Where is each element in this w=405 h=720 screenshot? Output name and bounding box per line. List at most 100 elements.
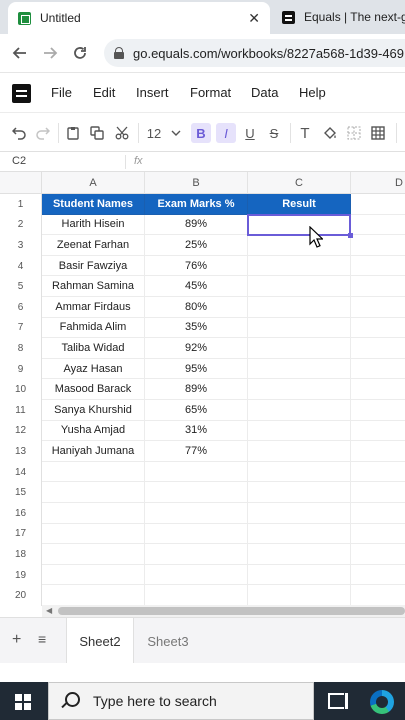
table-cell[interactable]: [248, 441, 351, 462]
empty-cell[interactable]: [351, 482, 405, 503]
scrollbar-thumb[interactable]: [58, 607, 405, 615]
close-icon[interactable]: ✕: [248, 10, 260, 27]
empty-cell[interactable]: [351, 215, 405, 236]
add-sheet-button[interactable]: +: [12, 631, 21, 649]
column-header-d[interactable]: D: [351, 172, 405, 194]
table-cell[interactable]: [248, 338, 351, 359]
empty-cell[interactable]: [145, 544, 248, 565]
redo-icon[interactable]: [34, 123, 52, 143]
column-header-b[interactable]: B: [145, 172, 248, 194]
table-cell[interactable]: Harith Hisein: [42, 214, 145, 236]
empty-cell[interactable]: [248, 585, 351, 606]
empty-cell[interactable]: [42, 564, 145, 586]
row-header[interactable]: 20: [0, 585, 42, 606]
empty-cell[interactable]: [42, 503, 145, 524]
row-header[interactable]: 6: [0, 297, 42, 318]
table-cell[interactable]: Ammar Firdaus: [42, 297, 145, 318]
column-header-a[interactable]: A: [42, 172, 145, 194]
table-cell[interactable]: 25%: [145, 235, 248, 256]
empty-cell[interactable]: [351, 544, 405, 565]
row-header[interactable]: 8: [0, 338, 42, 359]
empty-cell[interactable]: [248, 503, 351, 524]
table-cell[interactable]: [248, 379, 351, 400]
empty-cell[interactable]: [145, 523, 248, 545]
equals-logo-icon[interactable]: [12, 84, 31, 103]
table-cell[interactable]: 92%: [145, 338, 248, 359]
empty-cell[interactable]: [351, 194, 405, 215]
header-cell[interactable]: Result: [248, 194, 351, 215]
empty-cell[interactable]: [351, 503, 405, 524]
empty-cell[interactable]: [351, 524, 405, 545]
copy-icon[interactable]: [88, 123, 106, 143]
header-cell[interactable]: Student Names: [42, 194, 145, 215]
menu-insert[interactable]: Insert: [136, 85, 169, 100]
empty-cell[interactable]: [351, 235, 405, 256]
empty-cell[interactable]: [351, 585, 405, 606]
row-header[interactable]: 14: [0, 461, 42, 483]
table-cell[interactable]: [248, 276, 351, 297]
empty-cell[interactable]: [351, 441, 405, 462]
table-cell[interactable]: 89%: [145, 379, 248, 400]
empty-cell[interactable]: [42, 482, 145, 503]
sheet-tab-sheet2[interactable]: Sheet2: [66, 618, 134, 664]
fill-color-icon[interactable]: [321, 123, 339, 143]
font-size-select[interactable]: 12: [144, 123, 184, 143]
scroll-left-icon[interactable]: ◀: [46, 606, 52, 615]
table-cell[interactable]: Basir Fawziya: [42, 255, 145, 277]
browser-tab-untitled[interactable]: Untitled ✕: [8, 2, 270, 34]
column-header-c[interactable]: C: [248, 172, 351, 194]
row-header[interactable]: 5: [0, 276, 42, 297]
row-header[interactable]: 3: [0, 235, 42, 256]
empty-cell[interactable]: [351, 256, 405, 277]
row-header[interactable]: 11: [0, 400, 42, 421]
empty-cell[interactable]: [351, 421, 405, 442]
menu-file[interactable]: File: [51, 85, 72, 100]
table-cell[interactable]: 76%: [145, 255, 248, 277]
table-cell[interactable]: 80%: [145, 297, 248, 318]
table-cell[interactable]: Zeenat Farhan: [42, 235, 145, 256]
table-cell[interactable]: [248, 400, 351, 421]
empty-cell[interactable]: [145, 503, 248, 524]
table-icon[interactable]: [369, 123, 387, 143]
table-cell[interactable]: [248, 255, 351, 277]
empty-cell[interactable]: [42, 585, 145, 606]
empty-cell[interactable]: [248, 523, 351, 545]
empty-cell[interactable]: [351, 462, 405, 483]
table-cell[interactable]: 95%: [145, 358, 248, 380]
url-field[interactable]: go.equals.com/workbooks/8227a568-1d39-46…: [104, 39, 405, 67]
table-cell[interactable]: 31%: [145, 420, 248, 442]
horizontal-scrollbar[interactable]: ◀: [42, 605, 405, 617]
empty-cell[interactable]: [42, 544, 145, 565]
table-cell[interactable]: [248, 297, 351, 318]
table-cell[interactable]: 89%: [145, 214, 248, 236]
row-header[interactable]: 16: [0, 503, 42, 524]
sheet-list-icon[interactable]: ≡: [38, 631, 46, 647]
borders-icon[interactable]: [345, 123, 363, 143]
menu-edit[interactable]: Edit: [93, 85, 115, 100]
spreadsheet-grid[interactable]: A B C D 12345678910111213141516171819202…: [0, 172, 405, 606]
empty-cell[interactable]: [351, 318, 405, 339]
row-header[interactable]: 9: [0, 358, 42, 380]
table-cell[interactable]: 65%: [145, 400, 248, 421]
strikethrough-button[interactable]: S: [265, 123, 283, 143]
empty-cell[interactable]: [248, 482, 351, 503]
empty-cell[interactable]: [145, 564, 248, 586]
empty-cell[interactable]: [351, 565, 405, 586]
empty-cell[interactable]: [351, 359, 405, 380]
back-arrow-icon[interactable]: [9, 42, 31, 64]
cell-reference[interactable]: C2: [12, 155, 26, 167]
italic-button[interactable]: I: [216, 123, 236, 143]
table-cell[interactable]: 77%: [145, 441, 248, 462]
selected-cell-c2[interactable]: [247, 214, 353, 238]
cut-icon[interactable]: [113, 123, 131, 143]
row-header[interactable]: 15: [0, 482, 42, 503]
forward-arrow-icon[interactable]: [39, 42, 61, 64]
empty-cell[interactable]: [351, 276, 405, 297]
table-cell[interactable]: Fahmida Alim: [42, 317, 145, 339]
empty-cell[interactable]: [145, 461, 248, 483]
empty-cell[interactable]: [351, 338, 405, 359]
table-cell[interactable]: Yusha Amjad: [42, 420, 145, 442]
text-format-button[interactable]: T: [296, 123, 314, 143]
table-cell[interactable]: [248, 235, 351, 256]
empty-cell[interactable]: [42, 523, 145, 545]
